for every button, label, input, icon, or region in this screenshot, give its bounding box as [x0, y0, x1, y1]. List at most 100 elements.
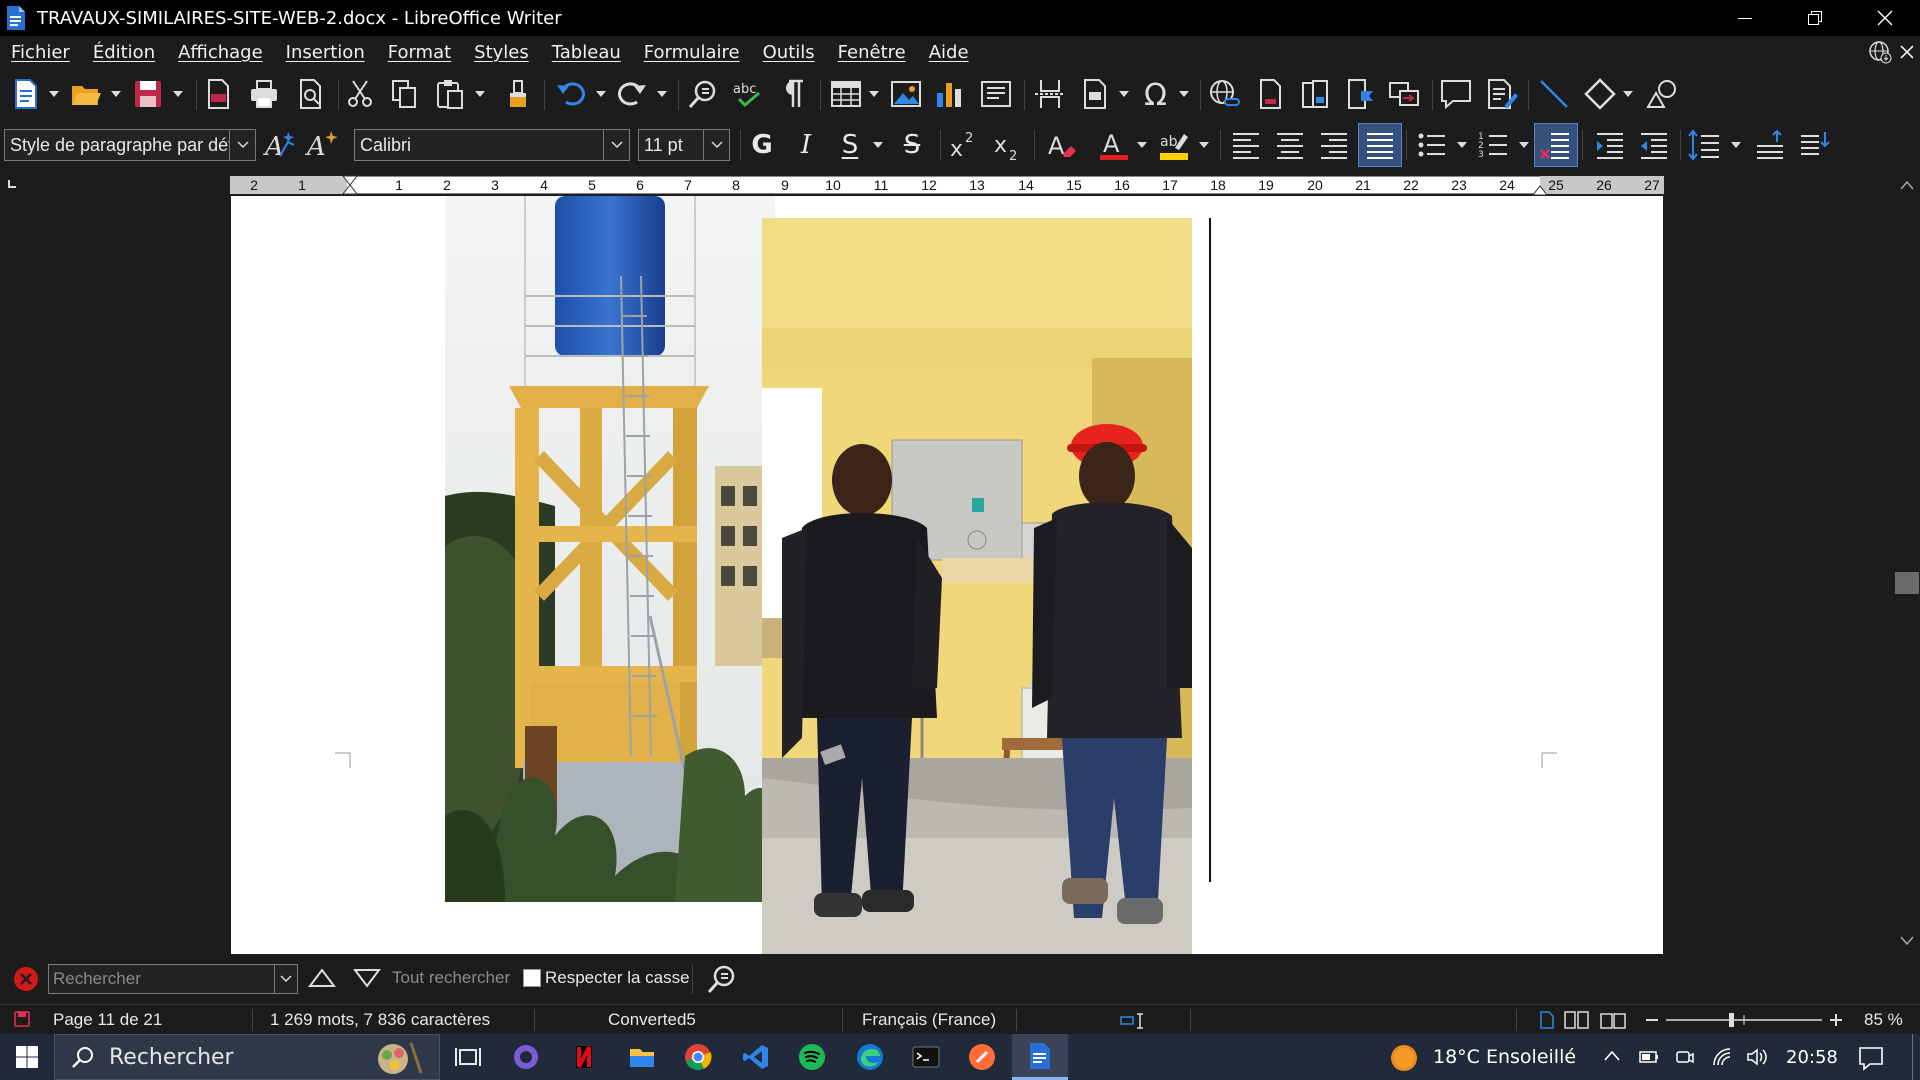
taskbar-app-libreoffice-writer[interactable] [1012, 1034, 1068, 1080]
save-dropdown[interactable] [172, 74, 184, 114]
font-name-combo[interactable]: Calibri [354, 129, 630, 161]
insert-line-button[interactable] [1534, 74, 1574, 114]
font-name-dropdown[interactable] [603, 130, 629, 160]
new-document-button[interactable] [6, 74, 46, 114]
menu-format[interactable]: Format [388, 42, 451, 63]
volume-icon[interactable] [1746, 1047, 1768, 1067]
minimize-button[interactable] [1710, 0, 1780, 36]
undo-dropdown[interactable] [595, 74, 607, 114]
subscript-button[interactable]: x2 [988, 125, 1028, 165]
redo-dropdown[interactable] [656, 74, 668, 114]
show-desktop-button[interactable] [1912, 1034, 1913, 1080]
taskbar-app-terminal[interactable] [898, 1034, 954, 1080]
multi-page-view-icon[interactable] [1564, 1011, 1590, 1029]
chevron-up-icon[interactable] [1604, 1049, 1620, 1063]
technicians-photo[interactable] [762, 218, 1192, 954]
insert-cross-reference-button[interactable] [1384, 74, 1424, 114]
taskbar-app-file-explorer[interactable] [614, 1034, 670, 1080]
update-style-button[interactable]: A [260, 125, 300, 165]
find-replace-button[interactable] [684, 74, 724, 114]
italic-button[interactable]: I [786, 125, 826, 165]
battery-icon[interactable] [1638, 1047, 1660, 1067]
draw-functions-button[interactable] [1642, 74, 1682, 114]
menu-fichier[interactable]: Fichier [11, 42, 70, 63]
menu-insertion[interactable]: Insertion [286, 42, 365, 63]
taskbar-app-postman[interactable] [954, 1034, 1010, 1080]
align-center-button[interactable] [1270, 125, 1310, 165]
special-character-button[interactable]: Ω [1138, 74, 1178, 114]
superscript-button[interactable]: x2 [944, 125, 984, 165]
scrollbar-thumb[interactable] [1895, 572, 1919, 594]
right-indent-marker[interactable] [1532, 180, 1548, 196]
weather-sun-icon[interactable] [1389, 1043, 1419, 1073]
close-find-bar-icon[interactable] [13, 966, 39, 992]
taskbar-app-chrome[interactable] [670, 1034, 726, 1080]
unordered-list-button[interactable] [1412, 125, 1452, 165]
close-document-icon[interactable] [1900, 45, 1914, 59]
document-modified-icon[interactable] [14, 1011, 30, 1027]
menu-formulaire[interactable]: Formulaire [644, 42, 740, 63]
unordered-list-dropdown[interactable] [1456, 125, 1468, 165]
menu-outils[interactable]: Outils [763, 42, 815, 63]
find-previous-icon[interactable] [308, 966, 336, 990]
undo-button[interactable] [551, 74, 591, 114]
wifi-icon[interactable] [1712, 1047, 1734, 1067]
print-preview-button[interactable] [290, 74, 330, 114]
taskbar-app-spotify[interactable] [784, 1034, 840, 1080]
notifications-icon[interactable] [1858, 1045, 1884, 1071]
paragraph-style-dropdown[interactable] [229, 130, 255, 160]
vertical-scrollbar[interactable] [1894, 170, 1920, 954]
menu-aide[interactable]: Aide [929, 42, 969, 63]
menu-tableau[interactable]: Tableau [552, 42, 621, 63]
menu-styles[interactable]: Styles [474, 42, 529, 63]
task-view-button[interactable] [440, 1034, 496, 1080]
book-view-icon[interactable] [1600, 1011, 1626, 1029]
copy-button[interactable] [384, 74, 424, 114]
font-size-dropdown[interactable] [703, 130, 729, 160]
taskbar-app-vscode[interactable] [728, 1034, 784, 1080]
insert-page-break-button[interactable] [1030, 74, 1070, 114]
underline-dropdown[interactable] [872, 125, 884, 165]
ordered-list-button[interactable]: 123 [1474, 125, 1514, 165]
basic-shapes-dropdown[interactable] [1622, 74, 1634, 114]
text-language[interactable]: Français (France) [862, 1010, 996, 1030]
restore-button[interactable] [1780, 0, 1850, 36]
zoom-slider[interactable] [1644, 1011, 1844, 1029]
track-changes-button[interactable] [1482, 74, 1522, 114]
scroll-down-icon[interactable] [1900, 936, 1914, 946]
insert-image-button[interactable] [886, 74, 926, 114]
insert-footnote-button[interactable] [1250, 74, 1290, 114]
menu-fenetre[interactable]: Fenêtre [838, 42, 906, 63]
increase-paragraph-spacing-button[interactable] [1750, 125, 1790, 165]
paste-button[interactable] [430, 74, 470, 114]
tab-stop-selector[interactable] [8, 180, 16, 188]
clock[interactable]: 20:58 [1786, 1047, 1838, 1068]
close-window-button[interactable] [1850, 0, 1920, 36]
match-case-checkbox[interactable] [523, 969, 541, 987]
insert-table-button[interactable] [826, 74, 866, 114]
cut-button[interactable] [340, 74, 380, 114]
zoom-level[interactable]: 85 % [1864, 1010, 1903, 1030]
redo-button[interactable] [612, 74, 652, 114]
decrease-paragraph-spacing-button[interactable] [1794, 125, 1834, 165]
print-button[interactable] [244, 74, 284, 114]
insert-mode-icon[interactable] [1120, 1013, 1150, 1029]
open-button[interactable] [66, 74, 106, 114]
find-replace-dialog-icon[interactable] [706, 962, 740, 996]
align-right-button[interactable] [1314, 125, 1354, 165]
export-pdf-button[interactable] [198, 74, 238, 114]
insert-field-button[interactable] [1076, 74, 1116, 114]
new-style-button[interactable]: A [302, 125, 342, 165]
start-button[interactable] [0, 1034, 54, 1080]
insert-field-dropdown[interactable] [1118, 74, 1130, 114]
find-input[interactable] [49, 965, 274, 993]
weather-text[interactable]: 18°C Ensoleillé [1433, 1046, 1576, 1068]
spelling-button[interactable]: abc [728, 74, 768, 114]
globe-update-icon[interactable] [1868, 40, 1892, 64]
clone-formatting-button[interactable] [498, 74, 538, 114]
insert-endnote-button[interactable] [1296, 74, 1336, 114]
increase-indent-button[interactable] [1590, 125, 1630, 165]
highlight-dropdown[interactable] [1198, 125, 1210, 165]
find-all-button[interactable]: Tout rechercher [392, 968, 510, 988]
page-style[interactable]: Converted5 [608, 1010, 696, 1030]
